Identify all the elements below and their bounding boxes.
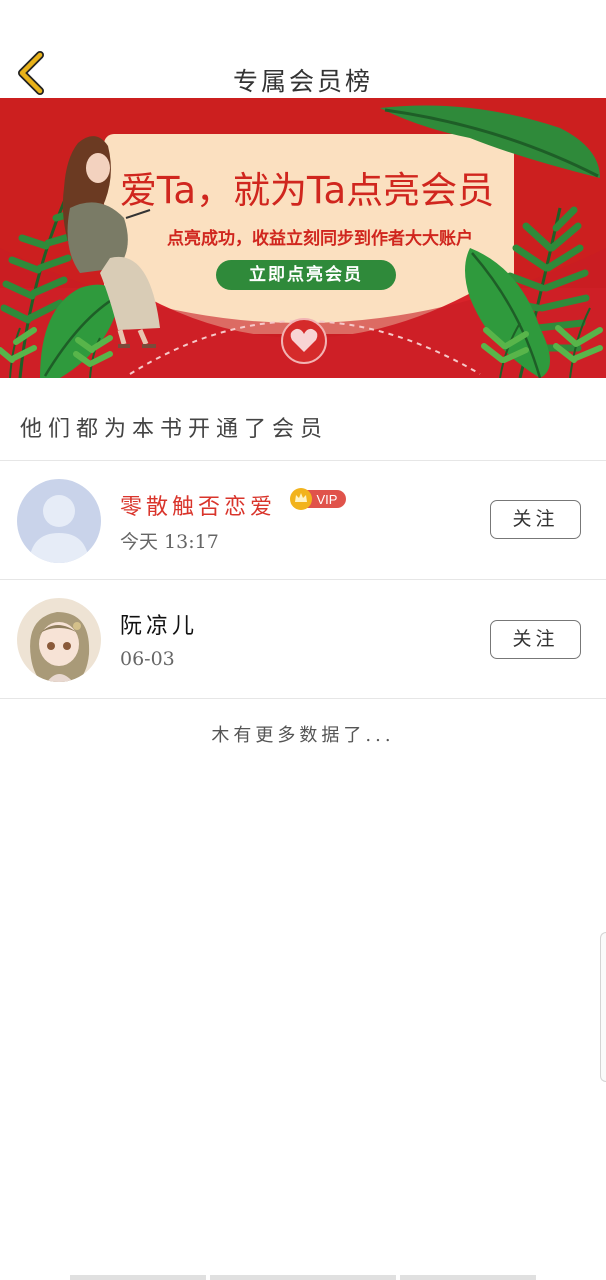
vip-badge: VIP bbox=[290, 488, 346, 510]
anime-girl-avatar-icon bbox=[17, 598, 101, 682]
member-time: 06-03 bbox=[120, 648, 175, 670]
member-row[interactable]: 零散触否恋爱 今天 13:17 关注 bbox=[0, 461, 606, 579]
member-name: 阮凉儿 bbox=[120, 614, 199, 639]
member-ranking-page: 专属会员榜 爱Ta，就为Ta点亮会员 点亮成功，收益立刻同步到作者大大账户 立即… bbox=[0, 0, 606, 1280]
avatar[interactable] bbox=[17, 598, 101, 682]
nav-bar-segment bbox=[400, 1275, 536, 1280]
nav-bar-segment bbox=[210, 1275, 396, 1280]
follow-button[interactable]: 关注 bbox=[490, 620, 581, 659]
banner-title: 爱Ta，就为Ta点亮会员 bbox=[119, 169, 495, 212]
default-avatar-icon bbox=[17, 479, 101, 563]
top-bar: 专属会员榜 bbox=[0, 0, 606, 98]
light-up-membership-button[interactable]: 立即点亮会员 bbox=[216, 260, 396, 290]
nav-bar-segment bbox=[70, 1275, 206, 1280]
member-time: 今天 13:17 bbox=[120, 531, 219, 553]
divider bbox=[0, 698, 606, 699]
no-more-data-text: 木有更多数据了... bbox=[211, 725, 395, 746]
vip-label: VIP bbox=[317, 492, 338, 507]
page-title: 专属会员榜 bbox=[232, 67, 373, 96]
banner-subtitle: 点亮成功，收益立刻同步到作者大大账户 bbox=[167, 229, 473, 249]
member-row[interactable]: 阮凉儿 06-03 关注 bbox=[0, 580, 606, 698]
section-label: 他们都为本书开通了会员 bbox=[20, 417, 329, 442]
edge-panel-handle[interactable] bbox=[600, 932, 606, 1082]
member-name: 零散触否恋爱 bbox=[120, 495, 277, 520]
avatar[interactable] bbox=[17, 479, 101, 563]
promo-banner[interactable]: 爱Ta，就为Ta点亮会员 点亮成功，收益立刻同步到作者大大账户 立即点亮会员 bbox=[0, 98, 606, 378]
follow-button[interactable]: 关注 bbox=[490, 500, 581, 539]
